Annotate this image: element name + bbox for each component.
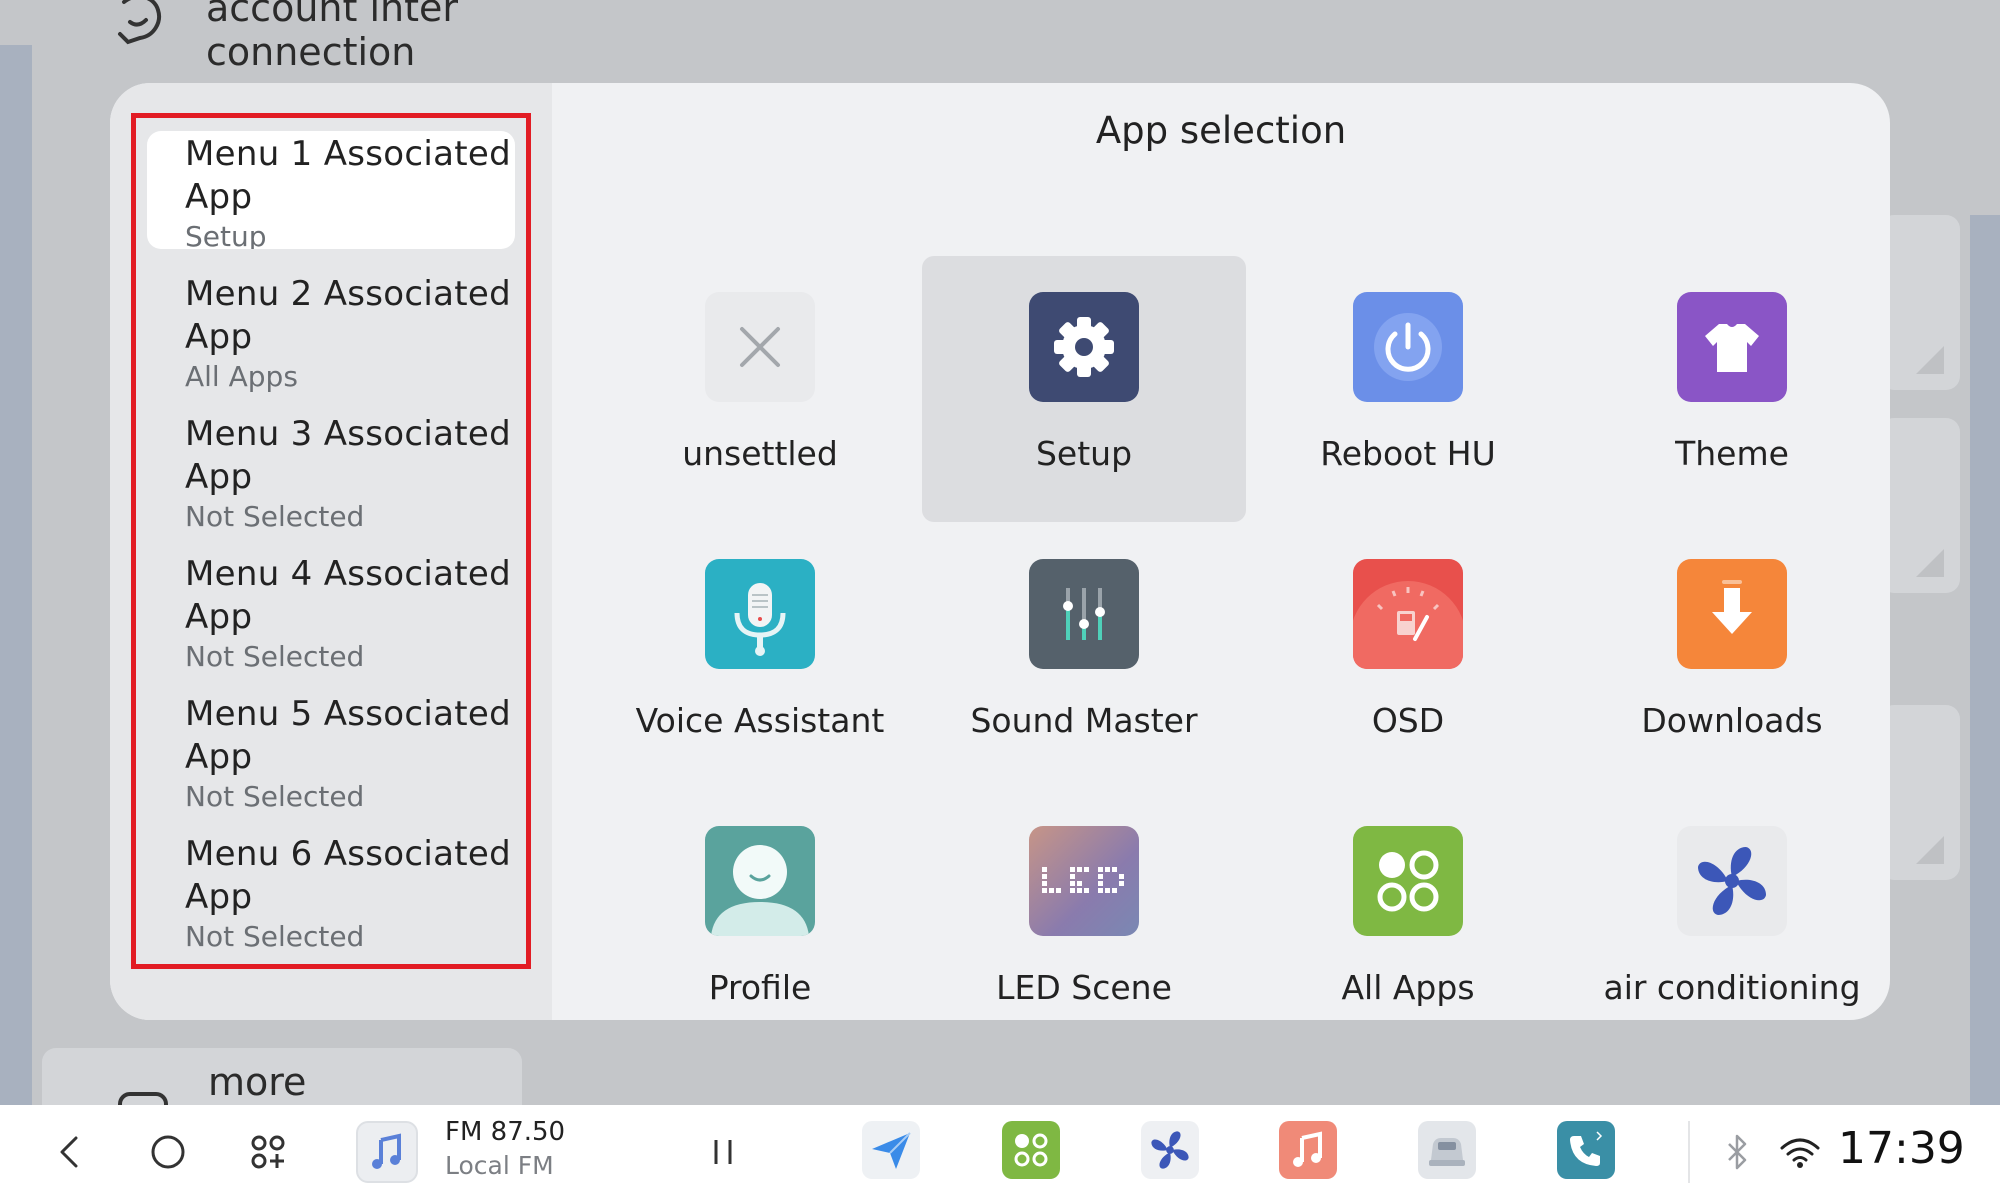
- car-icon: [1429, 1138, 1465, 1166]
- app-tile-voice-assistant[interactable]: Voice Assistant: [598, 523, 922, 789]
- close-icon: [705, 292, 815, 402]
- pause-icon: [714, 1140, 732, 1164]
- dock-vehicle[interactable]: [1418, 1121, 1476, 1179]
- dock-phone[interactable]: [1557, 1121, 1615, 1179]
- tshirt-icon: [1677, 292, 1787, 402]
- app-label: LED Scene: [996, 968, 1172, 1007]
- app-switcher-button[interactable]: [243, 1127, 293, 1177]
- dock-navigation[interactable]: [862, 1121, 920, 1179]
- led-icon: [1029, 826, 1139, 936]
- background-left-strip: [0, 45, 32, 1105]
- app-label: Sound Master: [970, 701, 1198, 740]
- gauge-icon: [1353, 559, 1463, 669]
- navigation-arrow-icon: [872, 1132, 911, 1169]
- background-item-label: account inter connection: [206, 0, 459, 74]
- music-note-icon: [1293, 1131, 1322, 1167]
- app-tile-downloads[interactable]: Downloads: [1570, 523, 1890, 789]
- bluetooth-icon: [1728, 1134, 1747, 1170]
- taskbar-separator: [1688, 1121, 1690, 1183]
- app-tile-led-scene[interactable]: LED Scene: [922, 790, 1246, 1020]
- app-tile-setup[interactable]: Setup: [922, 256, 1246, 522]
- background-card: [1880, 418, 1960, 593]
- app-label: Setup: [1035, 434, 1133, 473]
- app-tile-theme[interactable]: Theme: [1570, 256, 1890, 522]
- background-more-label: more: [208, 1060, 307, 1104]
- wifi-icon: [1780, 1138, 1820, 1168]
- app-tile-reboot-hu[interactable]: Reboot HU: [1246, 256, 1570, 522]
- background-card: [1880, 705, 1960, 880]
- media-title: FM 87.50: [445, 1117, 566, 1147]
- download-icon: [1677, 559, 1787, 669]
- app-label: Reboot HU: [1320, 434, 1496, 473]
- apps-plus-icon: [251, 1135, 285, 1169]
- phone-icon: [1570, 1131, 1603, 1166]
- fan-icon: [1677, 826, 1787, 936]
- pause-button[interactable]: [698, 1127, 748, 1177]
- dock-all-apps[interactable]: [1002, 1121, 1060, 1179]
- fan-icon: [1151, 1131, 1189, 1169]
- app-tile-sound-master[interactable]: Sound Master: [922, 523, 1246, 789]
- home-button[interactable]: [143, 1127, 193, 1177]
- app-label: air conditioning: [1603, 968, 1861, 1007]
- app-label: unsettled: [682, 434, 838, 473]
- app-tile-all-apps[interactable]: All Apps: [1246, 790, 1570, 1020]
- microphone-icon: [705, 559, 815, 669]
- app-selection-panel: App selection unsettled Setup Reboot HU …: [552, 83, 1890, 1020]
- app-tile-profile[interactable]: Profile: [598, 790, 922, 1020]
- app-tile-unsettled[interactable]: unsettled: [598, 256, 922, 522]
- app-selection-dialog: Menu 1 Associated App Setup Menu 2 Assoc…: [110, 83, 1890, 1020]
- clock: 17:39: [1838, 1123, 1965, 1174]
- background-account-interconnection-item[interactable]: account inter connection: [110, 0, 466, 75]
- chevron-left-icon: [60, 1136, 78, 1168]
- link-face-icon: [118, 0, 161, 45]
- app-label: Theme: [1675, 434, 1789, 473]
- app-tile-osd[interactable]: OSD: [1246, 523, 1570, 789]
- app-label: All Apps: [1341, 968, 1475, 1007]
- circle-home-icon: [151, 1135, 185, 1169]
- power-icon: [1353, 292, 1463, 402]
- app-label: OSD: [1371, 701, 1445, 740]
- music-note-icon[interactable]: [356, 1121, 418, 1183]
- person-icon: [705, 826, 815, 936]
- back-button[interactable]: [44, 1127, 94, 1177]
- background-right-strip: [1970, 215, 2000, 1105]
- dock-air-conditioning[interactable]: [1141, 1121, 1199, 1179]
- app-tile-air-conditioning[interactable]: air conditioning: [1570, 790, 1890, 1020]
- app-label: Voice Assistant: [635, 701, 885, 740]
- apps-grid-icon: [1353, 826, 1463, 936]
- taskbar: FM 87.50 Local FM 17:39: [0, 1105, 2000, 1200]
- apps-grid-icon: [1014, 1133, 1048, 1167]
- equalizer-icon: [1029, 559, 1139, 669]
- dock-music[interactable]: [1279, 1121, 1337, 1179]
- bluetooth-status[interactable]: [1712, 1127, 1762, 1177]
- panel-title: App selection: [1095, 109, 1347, 152]
- gear-icon: [1029, 292, 1139, 402]
- app-label: Profile: [708, 968, 812, 1007]
- app-label: Downloads: [1641, 701, 1823, 740]
- wifi-status[interactable]: [1775, 1127, 1825, 1177]
- media-subtitle: Local FM: [445, 1151, 554, 1180]
- background-card: [1880, 215, 1960, 390]
- highlight-box: [131, 113, 531, 969]
- menu-sidebar: Menu 1 Associated App Setup Menu 2 Assoc…: [110, 83, 552, 1020]
